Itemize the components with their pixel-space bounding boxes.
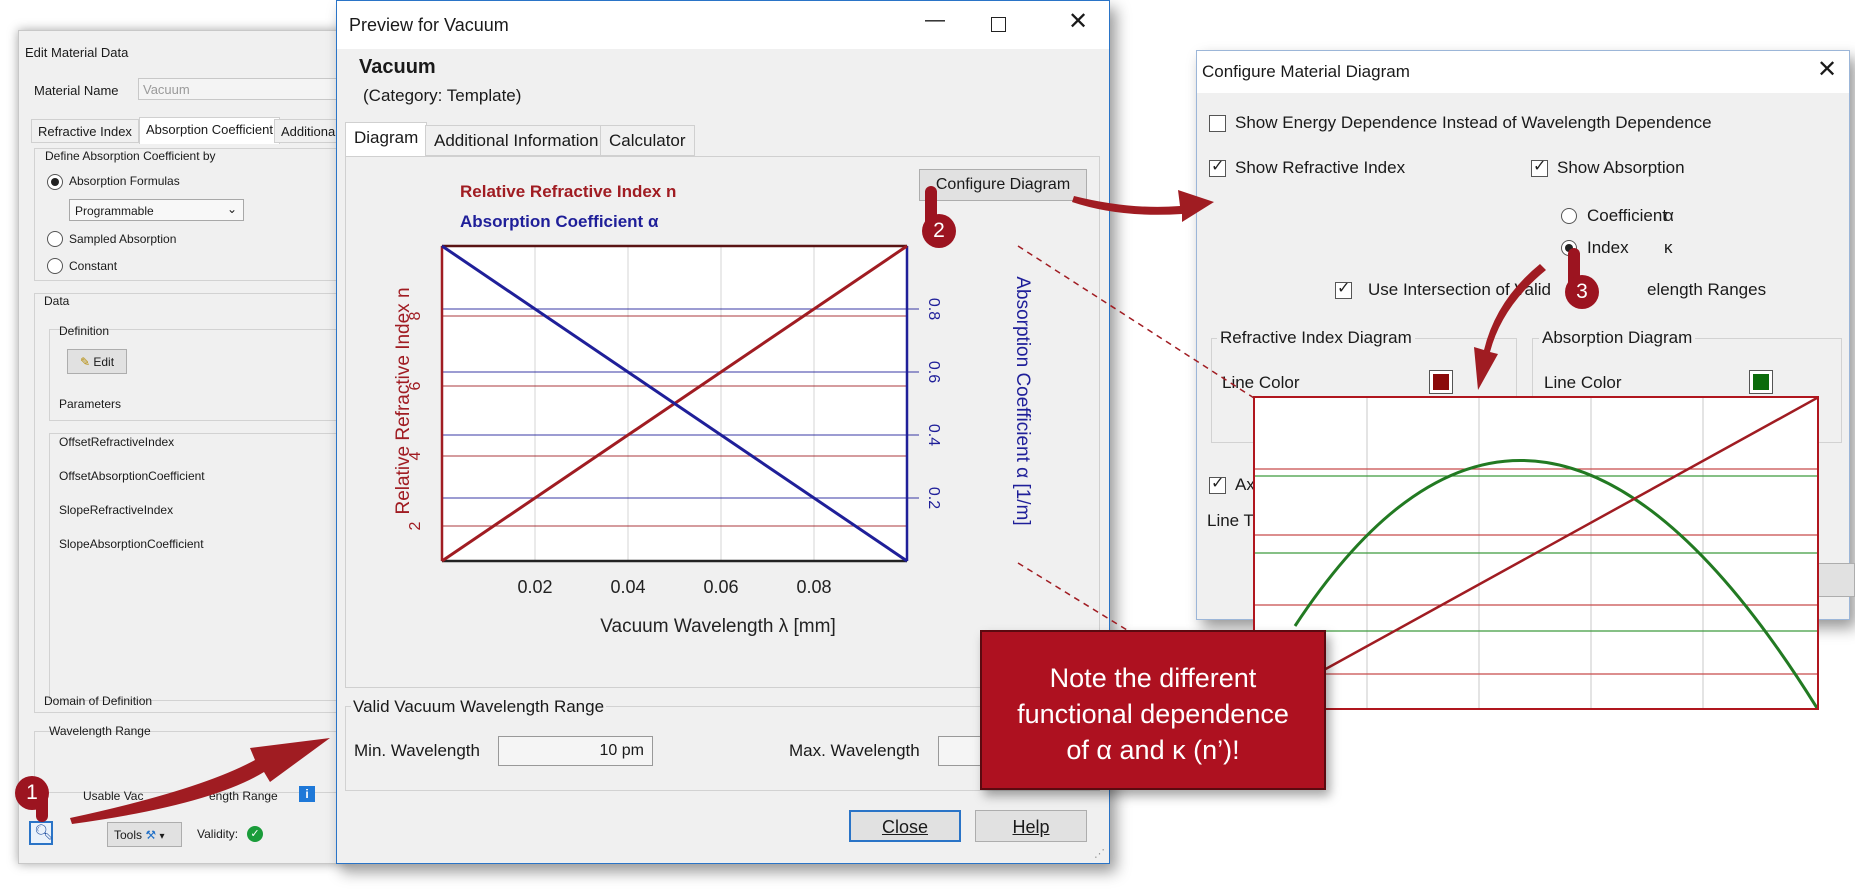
step-marker-1: 1	[15, 776, 49, 810]
note-line: functional dependence	[1017, 699, 1289, 729]
callout-arrow-3	[1474, 264, 1546, 390]
note-callout: Note the different functional dependence…	[980, 630, 1326, 790]
zoom-guide-line	[1017, 245, 1255, 399]
step-marker-2: 2	[922, 214, 956, 248]
note-line: Note the different	[1049, 663, 1257, 693]
callout-arrow-2	[1072, 190, 1214, 222]
callout-arrow-1	[70, 738, 330, 824]
step-marker-3: 3	[1565, 275, 1599, 309]
note-line: of α and κ (n’)!	[1066, 735, 1240, 765]
annotation-overlay	[70, 190, 1546, 824]
